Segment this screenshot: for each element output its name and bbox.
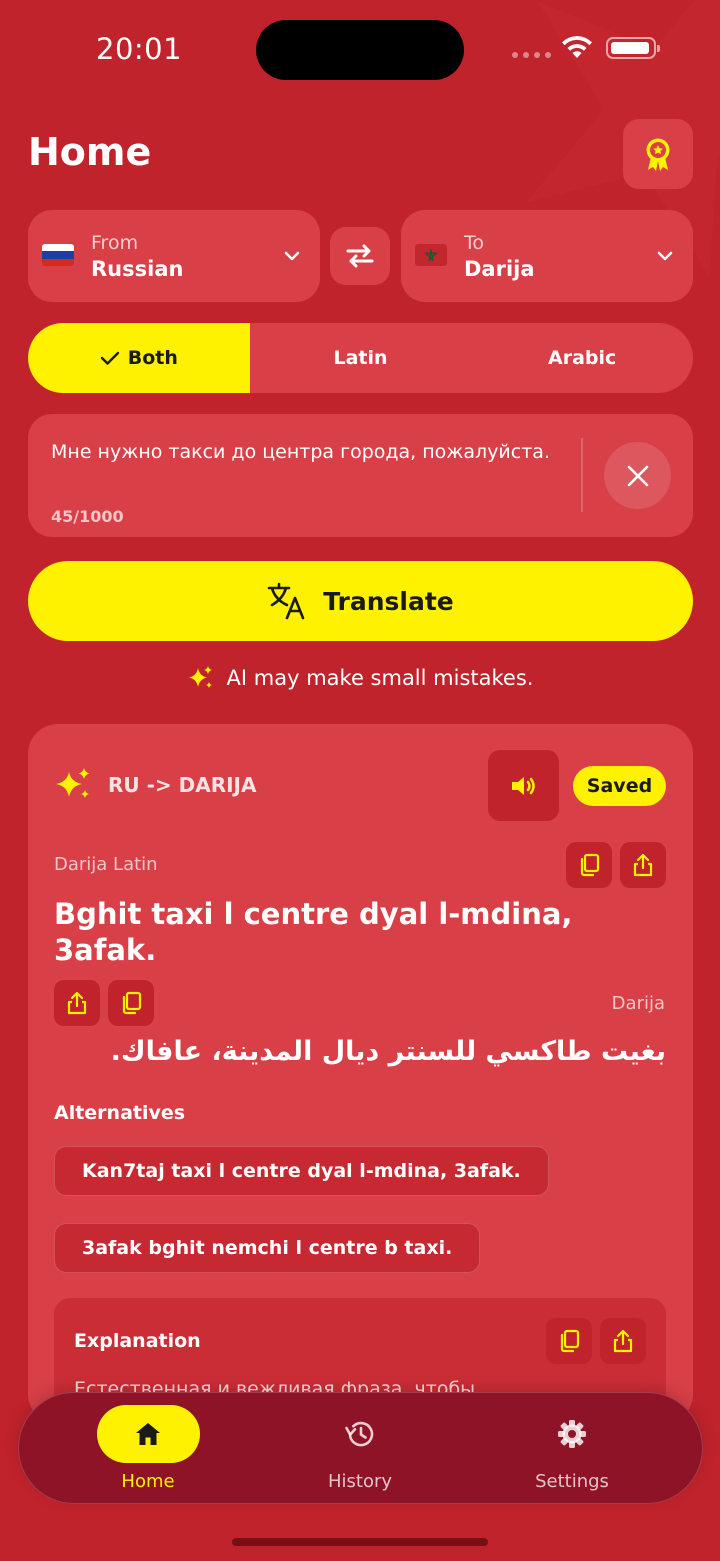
copy-arabic-button[interactable] — [108, 980, 154, 1026]
share-latin-button[interactable] — [620, 842, 666, 888]
copy-icon — [122, 991, 142, 1015]
source-text-field[interactable]: Мне нужно такси до центра города, пожалу… — [28, 414, 693, 537]
ai-disclaimer-text: AI may make small mistakes. — [226, 666, 534, 690]
russia-flag-icon — [42, 244, 74, 266]
to-label: To — [464, 232, 485, 254]
copy-explanation-button[interactable] — [546, 1318, 592, 1364]
page-title: Home — [28, 130, 152, 174]
bottom-tab-bar: Home History Settings — [18, 1392, 703, 1504]
dynamic-island — [256, 20, 464, 80]
settings-tab-pill — [521, 1405, 624, 1463]
tab-home-label: Home — [121, 1471, 175, 1492]
cellular-signal-icon — [512, 52, 551, 58]
close-icon — [627, 465, 648, 486]
award-icon — [646, 138, 670, 171]
from-language-selector[interactable]: From Russian — [28, 210, 320, 302]
tab-history-label: History — [327, 1471, 393, 1492]
script-mode-both-label: Both — [127, 347, 178, 369]
darija-arabic-label: Darija — [611, 993, 665, 1014]
achievements-button[interactable] — [623, 119, 693, 189]
tab-settings-label: Settings — [535, 1471, 609, 1492]
copy-icon — [560, 1329, 580, 1353]
sparkles-icon — [56, 768, 90, 798]
script-mode-latin[interactable]: Latin — [250, 323, 472, 393]
alternatives-title: Alternatives — [54, 1102, 186, 1124]
darija-latin-label: Darija Latin — [54, 854, 158, 875]
speaker-icon — [511, 776, 535, 795]
tab-history[interactable]: History — [260, 1393, 460, 1505]
alternative-chip[interactable]: Kan7taj taxi l centre dyal l-mdina, 3afa… — [54, 1146, 549, 1196]
from-language-value: Russian — [91, 257, 184, 281]
status-bar: 20:01 — [0, 0, 720, 100]
battery-icon — [606, 37, 660, 59]
home-indicator — [232, 1538, 488, 1546]
darija-latin-text: Bghit taxi l centre dyal l-mdina, 3afak. — [54, 897, 573, 967]
translate-button-label: Translate — [323, 586, 454, 616]
chevron-down-icon — [284, 251, 300, 261]
translation-direction: RU -> DARIJA — [108, 773, 257, 797]
ai-disclaimer: AI may make small mistakes. — [0, 664, 720, 692]
chevron-down-icon — [657, 251, 673, 261]
explanation-title: Explanation — [74, 1330, 201, 1352]
share-icon — [67, 991, 87, 1015]
script-mode-selector: Both Latin Arabic — [28, 323, 693, 393]
checkmark-icon — [100, 351, 119, 365]
swap-languages-button[interactable] — [330, 227, 390, 285]
swap-arrows-icon — [346, 244, 374, 268]
translate-button[interactable]: Translate — [28, 561, 693, 641]
tab-settings[interactable]: Settings — [472, 1393, 672, 1505]
history-tab-pill — [309, 1405, 412, 1463]
share-arabic-button[interactable] — [54, 980, 100, 1026]
to-language-value: Darija — [464, 257, 535, 281]
character-counter: 45/1000 — [51, 507, 124, 526]
play-audio-button[interactable] — [488, 750, 559, 821]
copy-latin-button[interactable] — [566, 842, 612, 888]
translation-result-card: RU -> DARIJA Saved Darija Latin Bghit ta… — [28, 724, 693, 1424]
history-icon — [345, 1421, 374, 1447]
wifi-icon — [562, 36, 592, 58]
clear-input-button[interactable] — [604, 442, 671, 509]
translate-icon — [267, 582, 305, 620]
alternative-chip[interactable]: 3afak bghit nemchi l centre b taxi. — [54, 1223, 481, 1273]
share-explanation-button[interactable] — [600, 1318, 646, 1364]
morocco-flag-icon — [415, 244, 447, 266]
script-mode-both[interactable]: Both — [28, 323, 250, 393]
script-mode-arabic-label: Arabic — [548, 347, 617, 369]
share-icon — [613, 1329, 633, 1353]
input-divider — [581, 438, 583, 512]
share-icon — [633, 853, 653, 877]
gear-icon — [558, 1420, 586, 1448]
from-label: From — [91, 232, 139, 254]
result-header: RU -> DARIJA — [54, 766, 256, 804]
tab-home[interactable]: Home — [48, 1393, 248, 1505]
copy-icon — [580, 853, 600, 877]
script-mode-arabic[interactable]: Arabic — [471, 323, 693, 393]
source-text-value[interactable]: Мне нужно такси до центра города, пожалу… — [51, 436, 561, 469]
sparkles-icon — [188, 666, 212, 688]
home-icon — [136, 1423, 160, 1445]
to-language-selector[interactable]: To Darija — [401, 210, 693, 302]
saved-badge[interactable]: Saved — [573, 766, 666, 806]
home-tab-pill — [96, 1405, 200, 1463]
status-time: 20:01 — [96, 32, 183, 66]
script-mode-latin-label: Latin — [333, 347, 388, 369]
darija-arabic-text: بغيت طاكسي للسنتر ديال المدينة، عافاك. — [110, 1036, 666, 1067]
